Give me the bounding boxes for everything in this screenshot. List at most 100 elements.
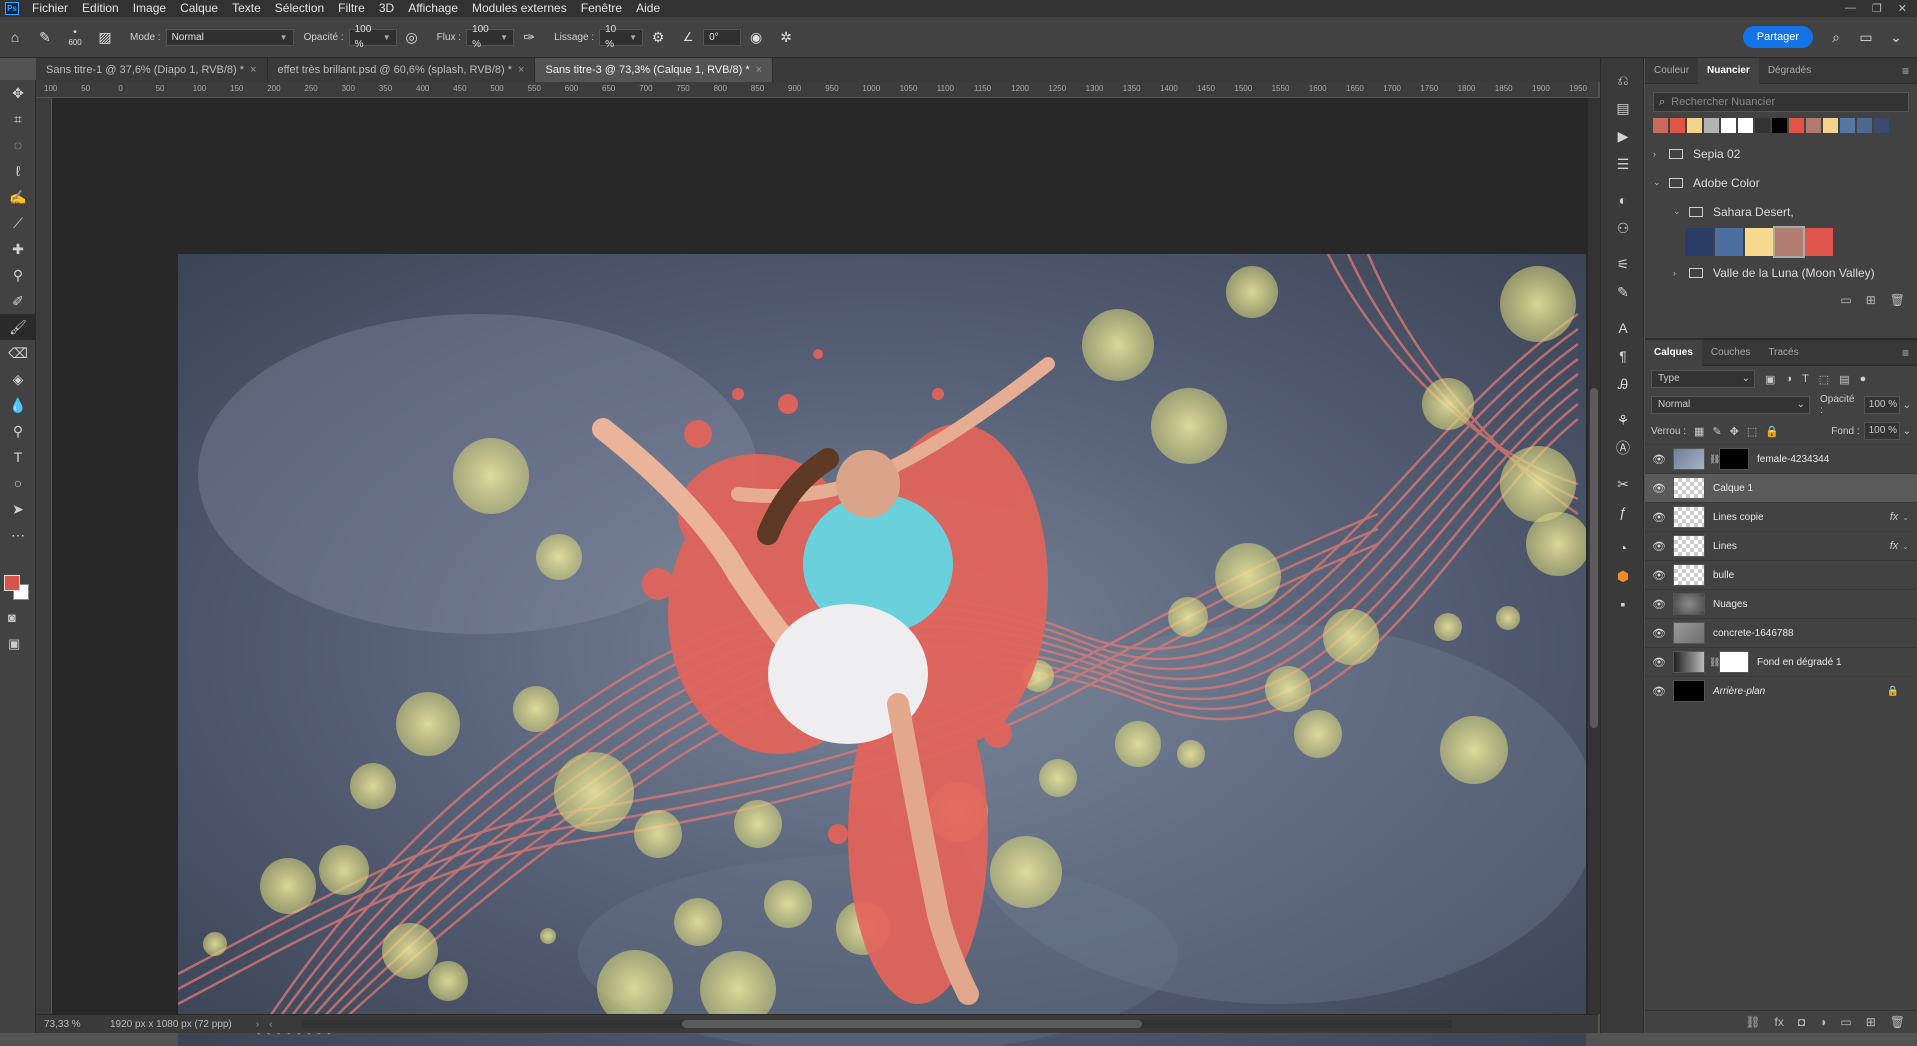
restore-icon[interactable]: ❐ [1872, 2, 1882, 15]
lock-position-icon[interactable]: ✥ [1730, 425, 1739, 438]
new-group-icon[interactable]: ▭ [1840, 1015, 1851, 1029]
history-icon[interactable]: ⎌ [1601, 66, 1645, 94]
screen-mode-icon[interactable]: ▣ [8, 636, 20, 652]
horizontal-scrollbar[interactable] [302, 1020, 1453, 1028]
symmetry-icon[interactable]: ✲ [775, 26, 797, 48]
layer-row-concrete[interactable]: 👁 concrete-1646788 [1645, 618, 1917, 647]
swatch-chip[interactable] [1874, 118, 1889, 133]
glyphs-icon[interactable]: Ꭿ [1601, 370, 1645, 398]
layer-opacity-field[interactable]: 100 % [1863, 396, 1900, 414]
fx-icon[interactable]: fx [1890, 511, 1899, 523]
chevron-down-icon[interactable]: ⌄ [1902, 513, 1909, 522]
pressure-opacity-icon[interactable]: ◎ [401, 26, 423, 48]
stamp-tool-icon[interactable]: ⚲ [0, 262, 36, 288]
menu-3d[interactable]: 3D [372, 0, 401, 17]
swatch-group-sahara[interactable]: ⌄ Sahara Desert, [1645, 197, 1917, 226]
menu-modules-externes[interactable]: Modules externes [465, 0, 574, 17]
link-icon[interactable]: ⛓ [1709, 657, 1720, 668]
swatch-search-input[interactable]: ⌕ Rechercher Nuancier [1653, 92, 1909, 112]
brush-size-picker[interactable]: • 600 [64, 26, 86, 48]
chevron-down-icon[interactable]: ⌄ [1903, 426, 1911, 437]
chevron-right-icon[interactable]: › [1673, 268, 1685, 278]
quick-selection-tool-icon[interactable]: ✍ [0, 184, 36, 210]
quick-mask-icon[interactable]: ◙ [8, 610, 16, 625]
close-icon[interactable]: ✕ [1898, 2, 1907, 15]
swatch-group-valle[interactable]: › Valle de la Luna (Moon Valley) [1645, 258, 1917, 287]
type-filter-icon[interactable]: T [1802, 373, 1809, 385]
adjustment-filter-icon[interactable]: ◑ [1785, 373, 1792, 385]
panel-menu-icon[interactable]: ≡ [1902, 346, 1909, 360]
swatch-group-adobe-color[interactable]: ⌄ Adobe Color [1645, 168, 1917, 197]
eye-icon[interactable]: 👁 [1645, 685, 1673, 698]
document-canvas[interactable] [178, 254, 1586, 1046]
canvas-area[interactable] [52, 98, 1598, 1046]
swatch-chip[interactable] [1685, 228, 1713, 256]
swatch-chip[interactable] [1670, 118, 1685, 133]
type-tool-icon[interactable]: T [0, 444, 36, 470]
link-layers-icon[interactable]: ⛓ [1745, 1015, 1760, 1029]
more-tools-icon[interactable]: ⋯ [0, 522, 36, 548]
tool-presets-icon[interactable]: ✂ [1601, 470, 1645, 498]
link-icon[interactable]: ⛓ [1709, 454, 1720, 465]
path-selection-icon[interactable]: ➤ [0, 496, 36, 522]
fx-icon[interactable]: fx [1775, 1015, 1784, 1029]
swatch-chip[interactable] [1840, 118, 1855, 133]
eye-icon[interactable]: 👁 [1645, 627, 1673, 640]
brush-settings-icon[interactable]: ▨ [94, 26, 116, 48]
angle-field[interactable]: 0° [703, 28, 742, 46]
3d-icon[interactable]: ◔ [1601, 534, 1645, 562]
new-swatch-icon[interactable]: ⊞ [1866, 293, 1876, 307]
chevron-down-icon[interactable]: ⌄ [1673, 206, 1685, 217]
menu-edition[interactable]: Edition [75, 0, 126, 17]
clone-source-icon[interactable]: ⚘ [1601, 406, 1645, 434]
tab-nuancier[interactable]: Nuancier [1698, 57, 1759, 84]
chevron-down-icon[interactable]: ⌄ [1902, 542, 1909, 551]
panel-menu-icon[interactable]: ≡ [1902, 64, 1909, 78]
chevron-left-icon[interactable]: ‹ [269, 1019, 272, 1030]
swatch-chip[interactable] [1806, 118, 1821, 133]
swatch-chip[interactable] [1738, 118, 1753, 133]
close-icon[interactable]: × [756, 64, 762, 76]
close-icon[interactable]: × [518, 64, 524, 76]
layer-row-lines[interactable]: 👁 Lines fx ⌄ [1645, 531, 1917, 560]
mode-select[interactable]: Normal ▼ [165, 28, 294, 46]
libraries-icon[interactable]: ▤ [1601, 94, 1645, 122]
eye-icon[interactable]: 👁 [1645, 453, 1673, 466]
swatch-chip[interactable] [1721, 118, 1736, 133]
tab-couleur[interactable]: Couleur [1645, 58, 1698, 84]
fx-icon[interactable]: fx [1890, 540, 1899, 552]
paragraph-icon[interactable]: ¶ [1601, 342, 1645, 370]
smart-object-filter-icon[interactable]: ▤ [1839, 373, 1849, 386]
layer-row-arriere-plan[interactable]: 👁 Arrière-plan 🔒 [1645, 676, 1917, 705]
menu-fichier[interactable]: Fichier [25, 0, 75, 17]
properties-icon[interactable]: ⚇ [1601, 214, 1645, 242]
history-brush-icon[interactable]: ✐ [0, 288, 36, 314]
fx-icon[interactable]: ƒ [1601, 498, 1645, 526]
opacity-field[interactable]: 100 % ▼ [348, 24, 397, 50]
trash-icon[interactable]: 🗑 [1890, 293, 1905, 307]
scroll-thumb[interactable] [1590, 388, 1598, 728]
search-icon[interactable]: ⌕ [1825, 26, 1847, 48]
lock-all-icon[interactable]: 🔒 [1765, 425, 1779, 438]
actions-play-icon[interactable]: ▶ [1601, 122, 1645, 150]
color-picker-icon[interactable]: ◐ [1601, 186, 1645, 214]
layer-row-nuages[interactable]: 👁 Nuages [1645, 589, 1917, 618]
gear-icon[interactable]: ⚙ [647, 26, 669, 48]
menu-image[interactable]: Image [126, 0, 173, 17]
menu-aide[interactable]: Aide [629, 0, 667, 17]
menu-calque[interactable]: Calque [173, 0, 225, 17]
flow-field[interactable]: 100 % ▼ [466, 24, 515, 50]
tab-calques[interactable]: Calques [1645, 339, 1702, 366]
scroll-thumb[interactable] [682, 1020, 1143, 1028]
foreground-color-swatch[interactable] [4, 575, 20, 591]
tab-sans-titre-3[interactable]: Sans titre-3 @ 73,3% (Calque 1, RVB/8) *… [535, 58, 774, 82]
chevron-right-icon[interactable]: › [256, 1019, 259, 1030]
crop-tool-icon[interactable]: ⌗ [0, 106, 36, 132]
eye-icon[interactable]: 👁 [1645, 598, 1673, 611]
close-icon[interactable]: × [250, 64, 256, 76]
add-mask-icon[interactable]: ◘ [1798, 1015, 1805, 1029]
extensions-icon[interactable]: ▪ [1601, 590, 1645, 618]
layer-filter-select[interactable]: Type ⌄ [1651, 370, 1755, 388]
swatch-chip[interactable] [1755, 118, 1770, 133]
brushes-icon[interactable]: ✎ [1601, 278, 1645, 306]
